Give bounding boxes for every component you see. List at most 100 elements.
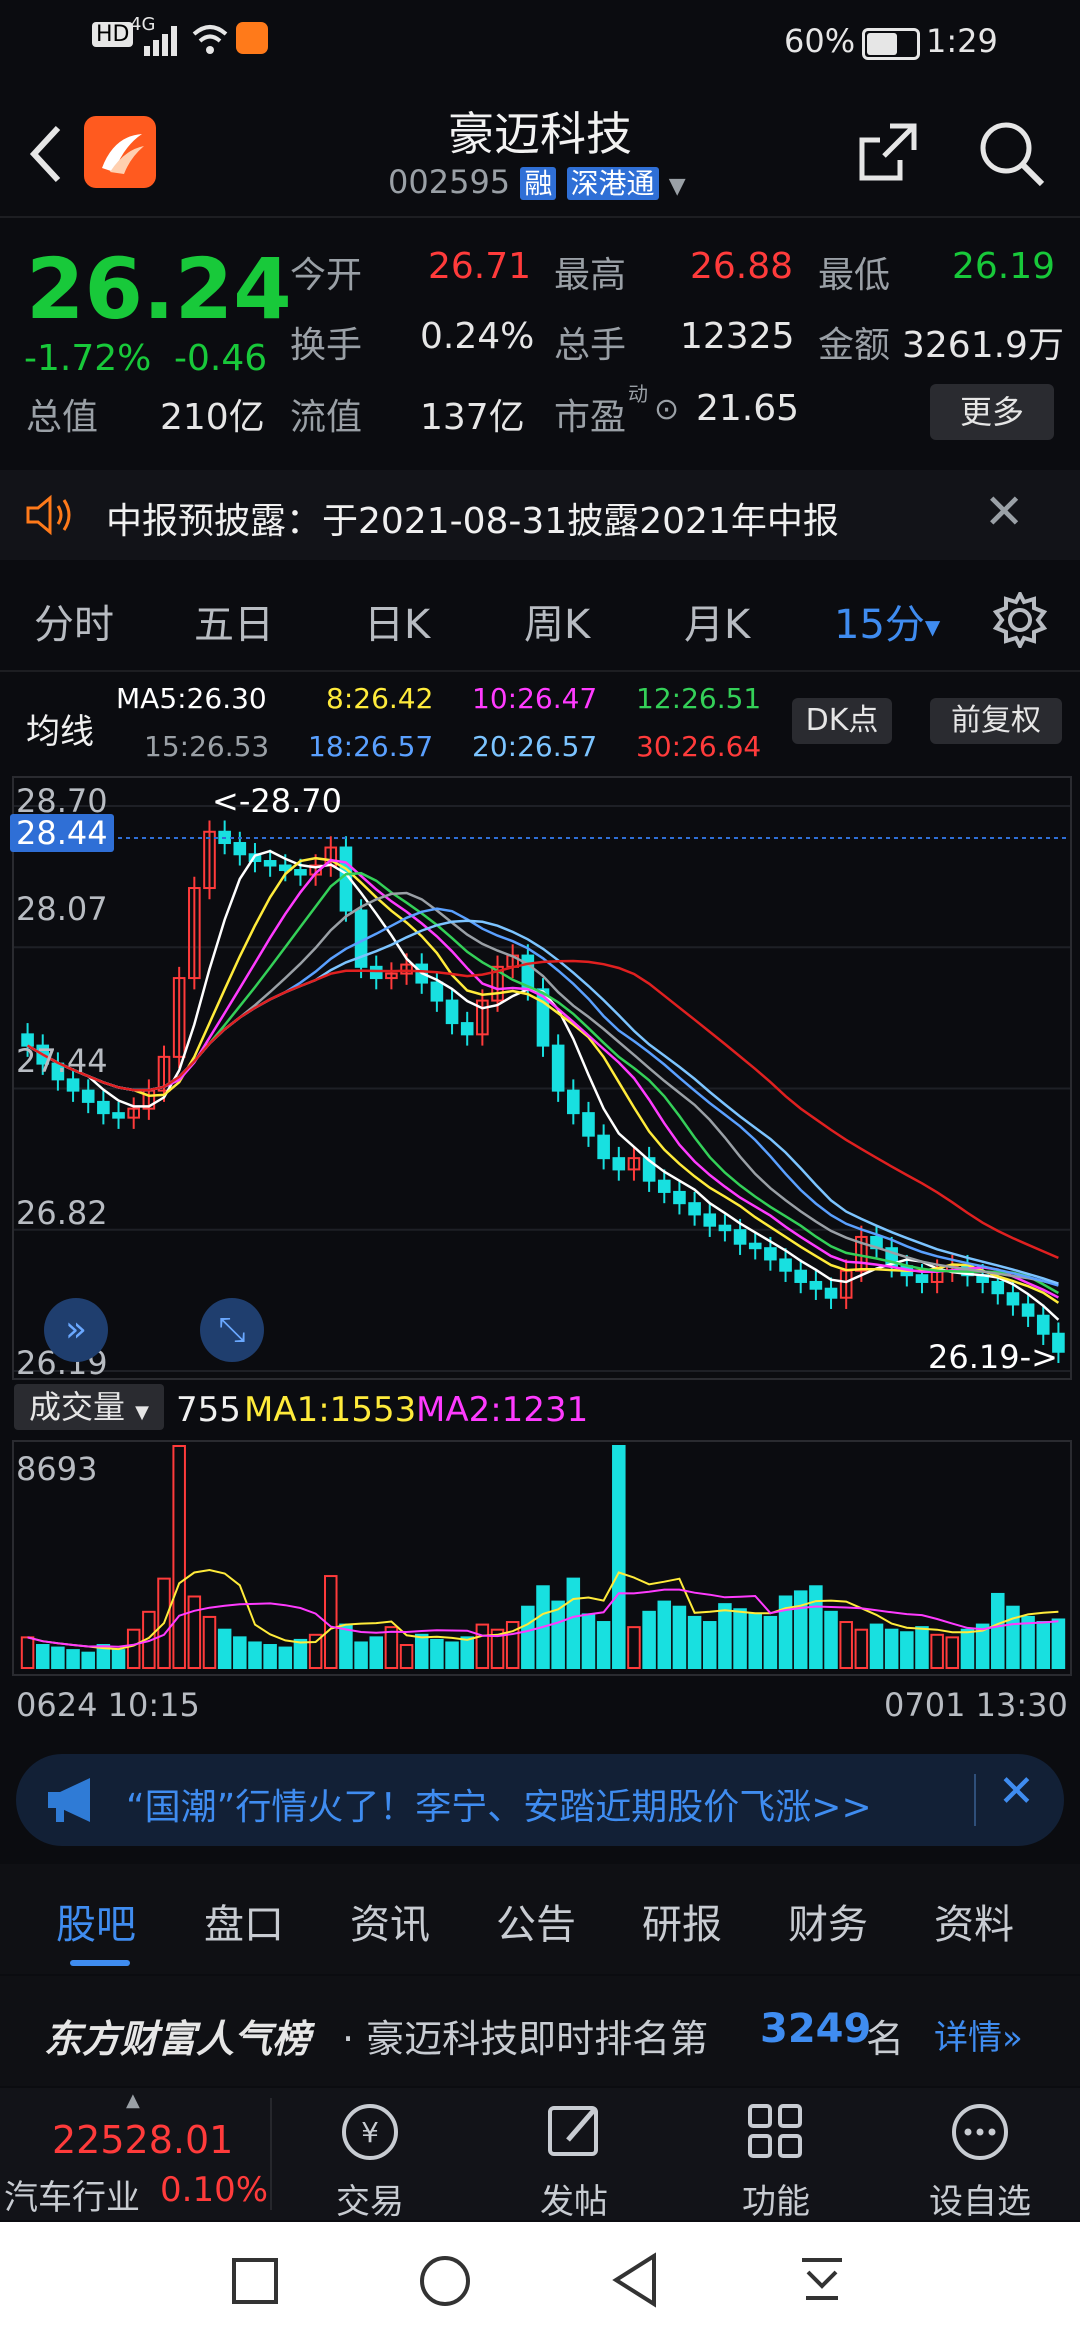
volume-ma1: MA1:1553 (244, 1390, 417, 1430)
candle-body (97, 1100, 110, 1115)
industry-pct: 0.10% (160, 2170, 269, 2210)
info-icon[interactable]: ⊙ (654, 392, 679, 427)
volume-bar (566, 1577, 581, 1669)
back-icon[interactable] (28, 124, 64, 184)
candle-body (81, 1089, 95, 1103)
tab-weekly-k[interactable]: 周K (524, 592, 590, 650)
trade-button[interactable]: ¥ 交易 (300, 2100, 440, 2223)
tab-monthly-k[interactable]: 月K (684, 592, 750, 650)
tab-news[interactable]: 资讯 (350, 1892, 430, 1950)
volume-bar (930, 1633, 944, 1669)
share-icon[interactable] (856, 120, 920, 184)
ma-legend: 均线 MA5:26.30 8:26.42 10:26.47 12:26.51 1… (0, 672, 1080, 772)
turnover-value: 0.24% (420, 316, 535, 357)
volume-bar (384, 1626, 399, 1670)
volume-bar (187, 1595, 202, 1669)
volume-bar (612, 1445, 626, 1669)
tab-intraday[interactable]: 分时 (34, 592, 114, 650)
ad-banner[interactable]: “国潮”行情火了！李宁、安踏近期股价飞涨>> ✕ (16, 1754, 1064, 1846)
volume-bar (915, 1626, 929, 1670)
rank-detail-link[interactable]: 详情» (934, 2010, 1023, 2059)
rank-number: 3249 (760, 2006, 872, 2052)
volume-bar (945, 1636, 960, 1670)
industry-index-value: 22528.01 (52, 2118, 234, 2162)
volume-bar (884, 1628, 899, 1669)
popularity-rank[interactable]: 东方财富人气榜 · 豪迈科技即时排名第 3249 名 详情» (0, 1976, 1080, 2086)
rank-brand: 东方财富人气榜 (44, 2017, 311, 2061)
function-button[interactable]: 功能 (706, 2100, 846, 2223)
change-pct: -1.72% (24, 338, 152, 379)
tab-pankou[interactable]: 盘口 (204, 1892, 284, 1950)
ma30-value: 30:26.64 (636, 730, 762, 763)
kline-chart[interactable]: 28.70 28.44 28.07 27.44 26.82 26.19 <-28… (10, 776, 1072, 1382)
volume-bar (854, 1628, 869, 1669)
recent-apps-icon[interactable] (230, 2256, 280, 2306)
volume-bar (672, 1605, 687, 1669)
fullscreen-icon[interactable]: ⤡ (200, 1298, 264, 1362)
candle-body (673, 1190, 686, 1205)
settings-gear-icon[interactable] (992, 592, 1048, 648)
tab-daily-k[interactable]: 日K (364, 592, 430, 650)
turnover-label: 换手 (290, 325, 363, 366)
volume-bar (66, 1649, 80, 1670)
tab-profile[interactable]: 资料 (934, 1892, 1014, 1950)
volume-bar (369, 1636, 384, 1670)
grid-icon (748, 2104, 802, 2158)
quote-panel: 26.24 -1.72% -0.46 今开 26.71 最高 26.88 最低 … (0, 220, 1080, 450)
y-tick-3: 26.82 (16, 1194, 108, 1232)
ma-title[interactable]: 均线 (26, 704, 94, 753)
app-logo-icon[interactable] (84, 116, 156, 188)
volume-bar (521, 1605, 535, 1669)
tab-finance[interactable]: 财务 (788, 1892, 868, 1950)
mktcap-value: 210亿 (160, 397, 265, 438)
volume-bar (900, 1631, 914, 1670)
bottom-toolbar: ▲ 22528.01 汽车行业 0.10% ¥ 交易 发帖 功能 设自选 (0, 2088, 1080, 2223)
industry-index[interactable]: ▲ 22528.01 汽车行业 0.10% (0, 2088, 268, 2220)
high-value: 26.88 (690, 246, 794, 287)
candle-body (1036, 1314, 1050, 1335)
indicator-selector[interactable]: 成交量 ▼ (14, 1384, 164, 1430)
close-notice-icon[interactable]: ✕ (984, 484, 1024, 540)
pe-label: 市盈 (554, 397, 627, 438)
volume-bar (172, 1445, 186, 1669)
more-button[interactable]: 更多 (930, 384, 1054, 440)
candle-body (445, 999, 459, 1025)
volume-bar (460, 1636, 474, 1670)
volume-bar (733, 1608, 747, 1670)
connect-badge: 深港通 (566, 167, 659, 200)
stock-code-row[interactable]: 002595 融 深港通 ▼ (388, 162, 686, 202)
ma18-value: 18:26.57 (308, 730, 434, 763)
period-tabs: 分时 五日 日K 周K 月K 15分▼ (0, 570, 1080, 670)
volume-chart[interactable]: 8693 (12, 1440, 1072, 1676)
adjust-price-button[interactable]: 前复权 (930, 698, 1062, 744)
notification-shade-icon[interactable] (796, 2254, 848, 2306)
volume-bar (824, 1610, 838, 1669)
hd-icon: HD (92, 22, 134, 47)
tab-research[interactable]: 研报 (642, 1892, 722, 1950)
x-end-label: 0701 13:30 (884, 1686, 1068, 1724)
expand-panel-icon[interactable]: » (44, 1298, 108, 1362)
volume-bar (869, 1623, 884, 1669)
add-watchlist-button[interactable]: 设自选 (910, 2100, 1050, 2223)
volume-bar (1006, 1605, 1020, 1669)
home-icon[interactable] (418, 2254, 472, 2308)
volume-bar (278, 1646, 293, 1669)
tab-15min-label: 15分 (834, 602, 925, 648)
close-ad-icon[interactable]: ✕ (998, 1766, 1035, 1817)
ma12-value: 12:26.51 (636, 682, 762, 715)
volume-bar (414, 1633, 429, 1669)
search-icon[interactable] (978, 120, 1046, 188)
notice-banner[interactable]: 中报预披露：于2021-08-31披露2021年中报 ✕ (0, 470, 1080, 560)
post-button[interactable]: 发帖 (504, 2100, 644, 2223)
back-nav-icon[interactable] (610, 2252, 660, 2308)
tab-15min[interactable]: 15分▼ (834, 592, 940, 650)
volume-bar (763, 1615, 778, 1669)
tab-five-day[interactable]: 五日 (194, 592, 274, 650)
dk-point-button[interactable]: DK点 (792, 698, 892, 744)
rank-text-pre: · 豪迈科技即时排名第 (342, 2017, 709, 2061)
add-watchlist-label: 设自选 (929, 2182, 1031, 2222)
volume-bar (20, 1636, 35, 1670)
tab-announcement[interactable]: 公告 (496, 1892, 576, 1950)
tab-guba[interactable]: 股吧 (56, 1892, 136, 1950)
candle-body (991, 1280, 1005, 1295)
